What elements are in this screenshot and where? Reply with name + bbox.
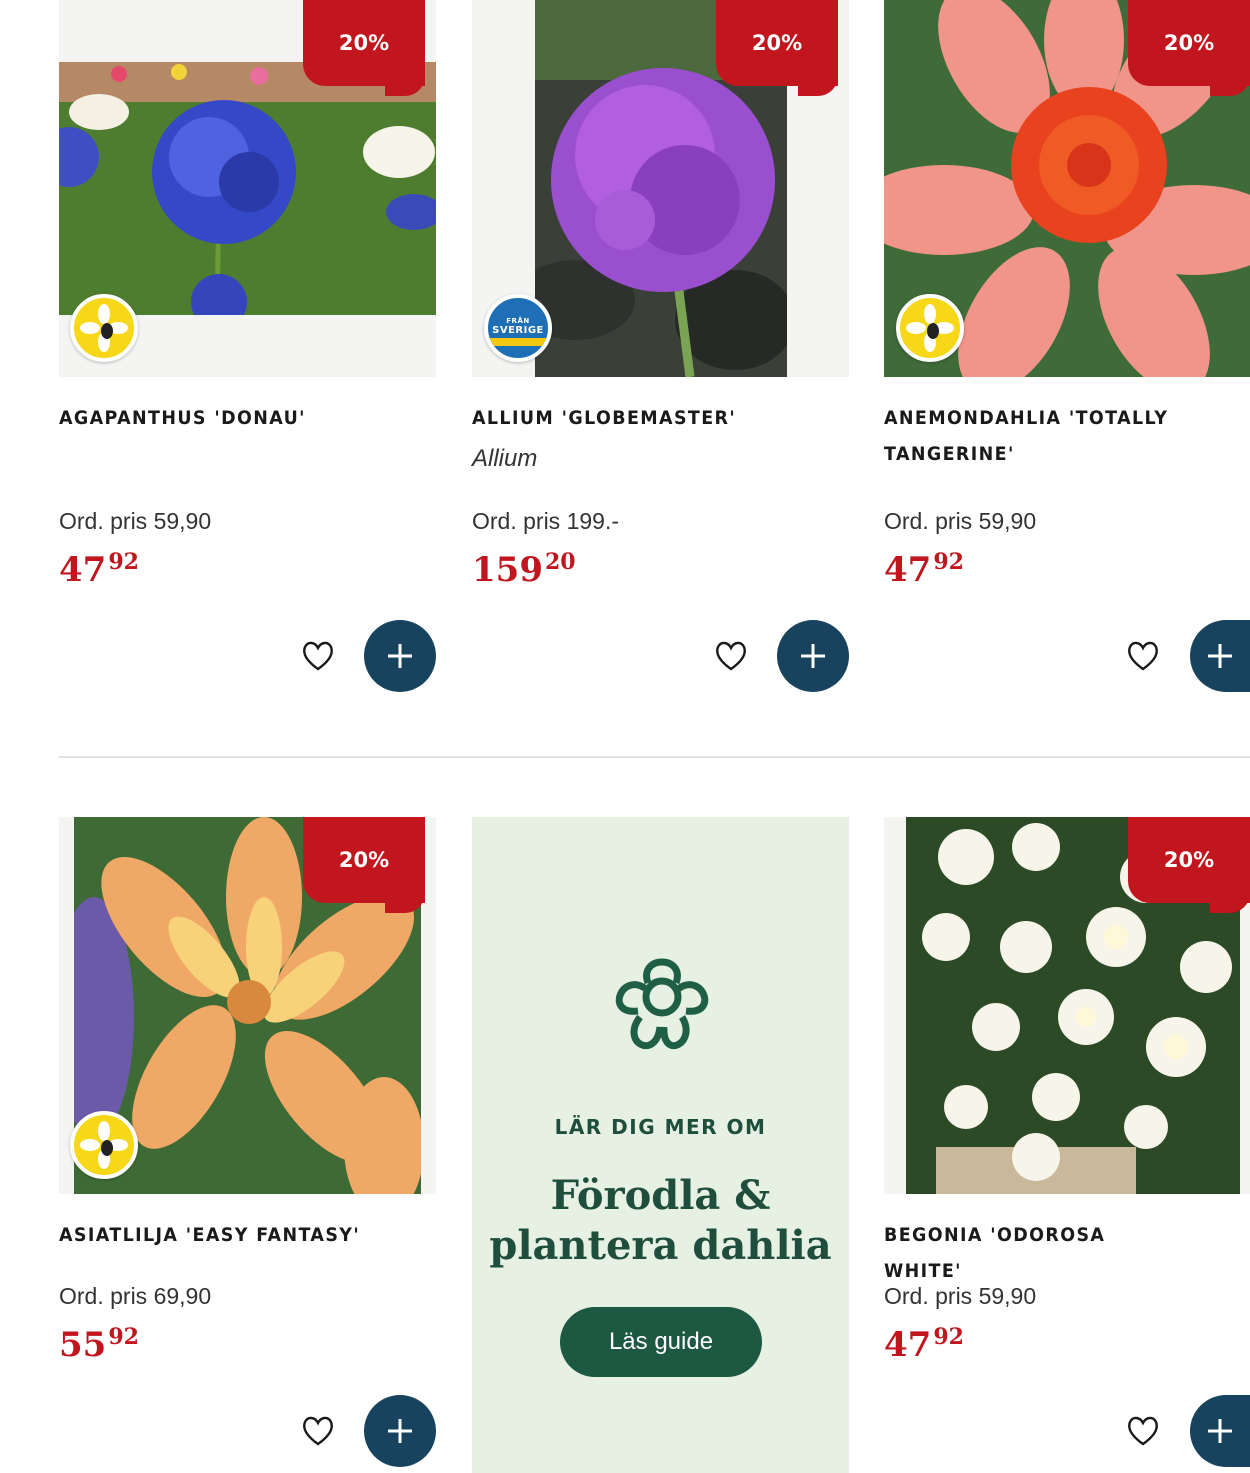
badge-text-bottom: SVERIGE xyxy=(492,325,544,336)
plus-icon xyxy=(388,1419,412,1443)
add-to-cart-button[interactable] xyxy=(777,620,849,692)
price-cents: 92 xyxy=(933,1324,964,1350)
plus-icon xyxy=(388,644,412,668)
heart-icon[interactable] xyxy=(714,640,748,672)
discount-label: 20% xyxy=(1163,31,1215,55)
heart-icon[interactable] xyxy=(1126,1415,1160,1447)
discount-label: 20% xyxy=(338,848,390,872)
promo-kicker: LÄR DIG MER OM xyxy=(554,1115,767,1139)
sale-price: 4792 xyxy=(884,1324,964,1365)
sale-price: 4792 xyxy=(59,549,139,590)
plus-icon xyxy=(801,644,825,668)
row-divider xyxy=(59,756,1250,758)
price-whole: 159 xyxy=(472,550,543,590)
discount-label: 20% xyxy=(751,31,803,55)
add-to-cart-button[interactable] xyxy=(1190,620,1250,692)
product-latin-name: Allium xyxy=(472,445,538,472)
read-guide-button[interactable]: Läs guide xyxy=(560,1307,762,1377)
bee-friendly-icon xyxy=(896,294,964,362)
promo-heading: Förodla & plantera dahlia xyxy=(472,1171,849,1271)
promo-heading-line1: Förodla & xyxy=(550,1172,771,1219)
ordinary-price: Ord. pris 59,90 xyxy=(884,508,1037,534)
badge-text-top: FRÅN xyxy=(506,317,530,325)
product-title[interactable]: Begonia 'Odorosa White' xyxy=(884,1217,1188,1289)
fran-sverige-icon: FRÅN SVERIGE xyxy=(484,294,552,362)
product-title[interactable]: Agapanthus 'Donau' xyxy=(59,400,436,436)
discount-badge: 20% xyxy=(303,0,425,96)
heart-icon[interactable] xyxy=(1126,640,1160,672)
product-image[interactable]: 20% xyxy=(59,0,436,377)
promo-heading-line2: plantera dahlia xyxy=(489,1222,832,1269)
sale-price: 15920 xyxy=(472,549,576,590)
product-image[interactable]: 20% FRÅN SVERIGE xyxy=(472,0,849,377)
agapanthus-photo xyxy=(59,62,436,315)
price-cents: 92 xyxy=(108,549,139,575)
ordinary-price: Ord. pris 199.- xyxy=(472,508,619,534)
flower-icon xyxy=(615,958,709,1050)
discount-badge: 20% xyxy=(1128,817,1250,913)
sale-price: 5592 xyxy=(59,1324,139,1365)
product-title[interactable]: Anemondahlia 'Totally Tangerine' xyxy=(884,400,1188,472)
bee-friendly-icon xyxy=(70,294,138,362)
sale-price: 4792 xyxy=(884,549,964,590)
ordinary-price: Ord. pris 59,90 xyxy=(884,1283,1037,1309)
guide-promo-card: LÄR DIG MER OM Förodla & plantera dahlia… xyxy=(472,817,849,1473)
heart-icon[interactable] xyxy=(301,1415,335,1447)
ordinary-price: Ord. pris 59,90 xyxy=(59,508,212,534)
discount-badge: 20% xyxy=(716,0,838,96)
price-cents: 92 xyxy=(933,549,964,575)
price-whole: 55 xyxy=(59,1325,107,1365)
product-title[interactable]: Allium 'Globemaster' xyxy=(472,400,849,436)
plus-icon xyxy=(1208,644,1232,668)
add-to-cart-button[interactable] xyxy=(364,1395,436,1467)
discount-label: 20% xyxy=(1163,848,1215,872)
add-to-cart-button[interactable] xyxy=(1190,1395,1250,1467)
bee-friendly-icon xyxy=(70,1111,138,1179)
discount-badge: 20% xyxy=(303,817,425,913)
price-whole: 47 xyxy=(884,1325,932,1365)
product-image[interactable]: 20% xyxy=(884,817,1250,1194)
price-cents: 20 xyxy=(544,549,576,575)
product-image[interactable]: 20% xyxy=(884,0,1250,377)
heart-icon[interactable] xyxy=(301,640,335,672)
price-whole: 47 xyxy=(59,550,107,590)
ordinary-price: Ord. pris 69,90 xyxy=(59,1283,212,1309)
plus-icon xyxy=(1208,1419,1232,1443)
add-to-cart-button[interactable] xyxy=(364,620,436,692)
product-title[interactable]: Asiatlilja 'Easy Fantasy' xyxy=(59,1217,436,1253)
product-image[interactable]: 20% xyxy=(59,817,436,1194)
discount-badge: 20% xyxy=(1128,0,1250,96)
price-whole: 47 xyxy=(884,550,932,590)
discount-label: 20% xyxy=(338,31,390,55)
price-cents: 92 xyxy=(108,1324,139,1350)
